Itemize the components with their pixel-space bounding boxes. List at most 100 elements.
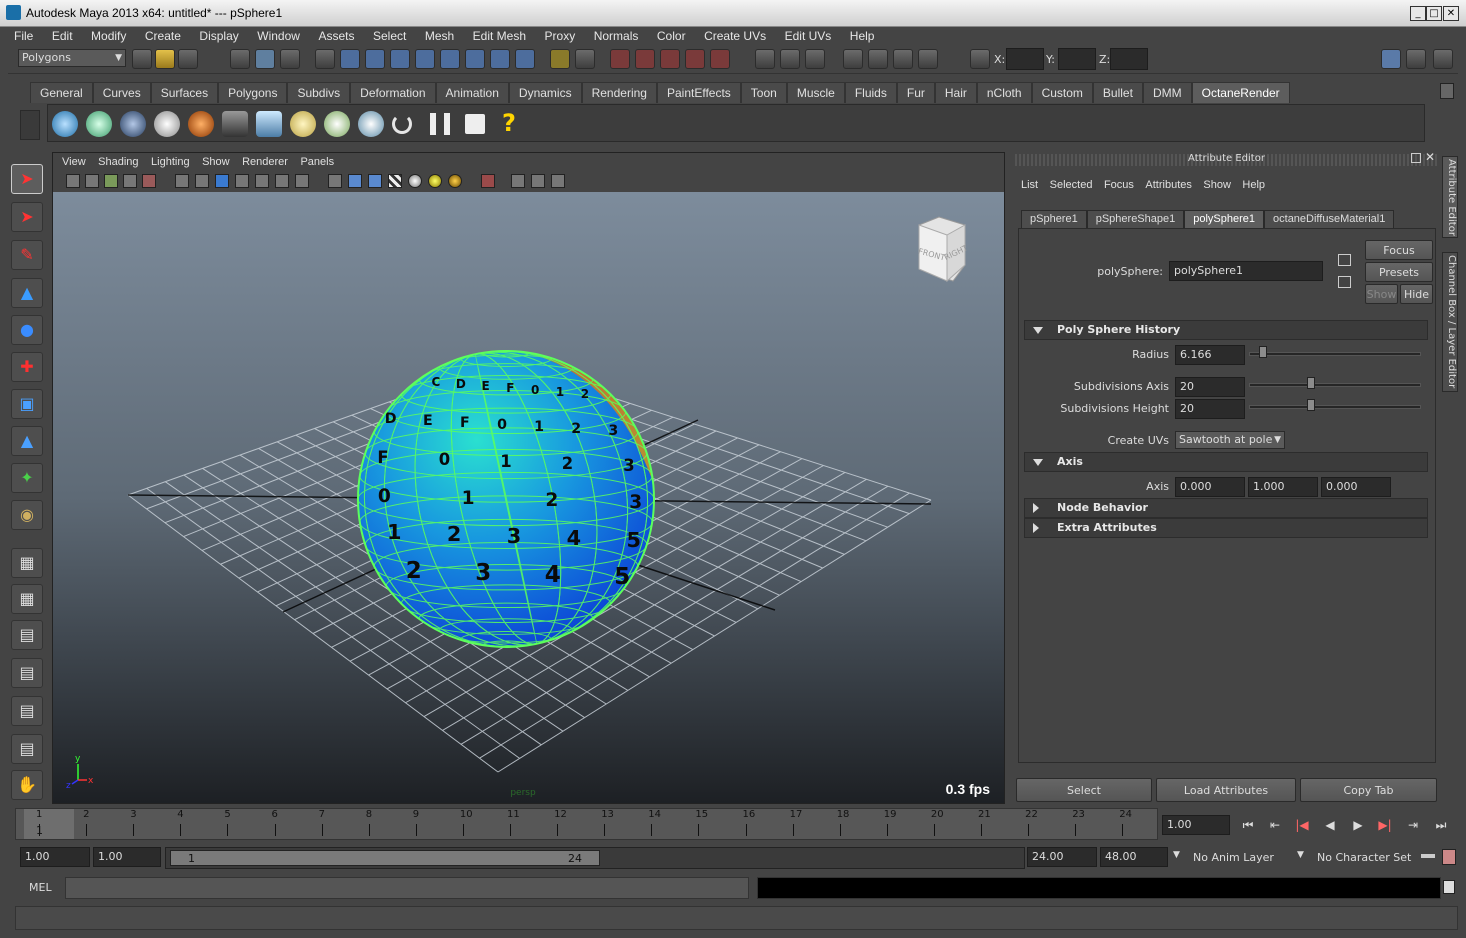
z-field[interactable] (1110, 48, 1148, 70)
soft-mod-icon[interactable]: ▲ (11, 426, 43, 456)
lock-selection-icon[interactable] (550, 49, 570, 69)
show-button[interactable]: Show (1365, 284, 1398, 304)
octane-viewer-icon[interactable] (86, 111, 112, 137)
shelf-tab-custom[interactable]: Custom (1031, 82, 1093, 103)
show-tool-settings-icon[interactable] (1406, 49, 1426, 69)
menu-edit-mesh[interactable]: Edit Mesh (473, 27, 526, 45)
shelf-tab-octanerender[interactable]: OctaneRender (1191, 82, 1290, 103)
step-forward-key-button[interactable]: ⇥ (1403, 817, 1423, 833)
select-component-icon[interactable] (280, 49, 300, 69)
playback-end-field[interactable]: 24.00 (1027, 847, 1097, 867)
shelf-tab-surfaces[interactable]: Surfaces (150, 82, 219, 103)
time-slider[interactable]: 1 12345678910111213141516171819202122232… (15, 808, 1158, 840)
x-field[interactable] (1006, 48, 1044, 70)
menu-normals[interactable]: Normals (594, 27, 639, 45)
show-channel-box-icon[interactable] (1433, 49, 1453, 69)
shelf-tab-bullet[interactable]: Bullet (1092, 82, 1143, 103)
input-ops-icon[interactable] (755, 49, 775, 69)
safe-title-icon[interactable] (295, 174, 309, 188)
animation-prefs-icon[interactable] (1442, 849, 1456, 865)
go-to-output-icon[interactable] (1338, 276, 1351, 288)
render-view-icon[interactable] (843, 49, 863, 69)
mel-input[interactable] (65, 877, 749, 899)
universal-manipulator-icon[interactable]: ▣ (11, 389, 43, 419)
shelf-tab-fluids[interactable]: Fluids (844, 82, 897, 103)
shelf-tab-dynamics[interactable]: Dynamics (508, 82, 582, 103)
select-camera-icon[interactable] (66, 174, 80, 188)
select-curves-icon[interactable] (390, 49, 410, 69)
snap-point-icon[interactable] (660, 49, 680, 69)
safe-action-icon[interactable] (275, 174, 289, 188)
pick-mask-icon[interactable] (315, 49, 335, 69)
transform-field-icon[interactable] (970, 49, 990, 69)
save-scene-icon[interactable] (178, 49, 198, 69)
textured-icon[interactable] (388, 174, 402, 188)
axis-y-field[interactable]: 1.000 (1248, 477, 1318, 497)
close-button[interactable]: ✕ (1443, 6, 1459, 21)
default-lighting-icon[interactable] (408, 174, 422, 188)
shelf-tab-toon[interactable]: Toon (740, 82, 787, 103)
make-live-icon[interactable] (710, 49, 730, 69)
side-tab-channel-box[interactable]: Channel Box / Layer Editor (1442, 252, 1458, 392)
subdivisions-axis-knob[interactable] (1306, 377, 1315, 389)
paint-select-tool-icon[interactable]: ✎ (11, 240, 43, 270)
menu-create-uvs[interactable]: Create UVs (704, 27, 766, 45)
script-editor-icon[interactable] (1443, 880, 1455, 894)
menu-modify[interactable]: Modify (91, 27, 126, 45)
vp-menu-panels[interactable]: Panels (300, 153, 334, 171)
menu-display[interactable]: Display (199, 27, 238, 45)
scale-tool-icon[interactable]: ✚ (11, 352, 43, 382)
hide-button[interactable]: Hide (1400, 284, 1433, 304)
construction-history-icon[interactable] (805, 49, 825, 69)
step-forward-frame-button[interactable]: ▶| (1375, 817, 1395, 833)
select-handles-icon[interactable] (340, 49, 360, 69)
layout-hypershade-icon[interactable]: ▤ (11, 696, 43, 726)
presets-button[interactable]: Presets (1365, 262, 1433, 282)
layout-custom-icon[interactable]: ✋ (11, 770, 43, 800)
radius-slider[interactable] (1249, 352, 1421, 356)
menu-help[interactable]: Help (850, 27, 875, 45)
vp-menu-shading[interactable]: Shading (98, 153, 138, 171)
ae-menu-attributes[interactable]: Attributes (1145, 176, 1191, 194)
load-attributes-button[interactable]: Load Attributes (1156, 778, 1296, 802)
go-to-end-button[interactable]: ⏭ (1431, 817, 1451, 833)
menu-select[interactable]: Select (373, 27, 406, 45)
go-to-input-icon[interactable] (1338, 254, 1351, 266)
tab-psphere1[interactable]: pSphere1 (1021, 210, 1087, 228)
menu-assets[interactable]: Assets (318, 27, 354, 45)
shelf-tab-dmm[interactable]: DMM (1142, 82, 1192, 103)
ae-menu-show[interactable]: Show (1203, 176, 1231, 194)
shelf-tab-deformation[interactable]: Deformation (350, 82, 436, 103)
select-hierarchy-icon[interactable] (230, 49, 250, 69)
all-lights-icon[interactable] (428, 174, 442, 188)
render-settings-icon[interactable] (918, 49, 938, 69)
output-ops-icon[interactable] (780, 49, 800, 69)
subdivisions-axis-field[interactable]: 20 (1175, 377, 1245, 397)
lasso-tool-icon[interactable]: ➤ (11, 202, 43, 232)
menu-edit[interactable]: Edit (52, 27, 73, 45)
layout-four-icon[interactable]: ▦ (11, 584, 43, 614)
mel-label[interactable]: MEL (29, 881, 52, 894)
rotate-tool-icon[interactable]: ● (11, 315, 43, 345)
refresh-icon[interactable] (392, 114, 412, 134)
smooth-shade-icon[interactable] (348, 174, 362, 188)
octane-texture-icon[interactable] (154, 111, 180, 137)
show-manipulator-icon[interactable]: ✦ (11, 463, 43, 493)
tab-psphereshape1[interactable]: pSphereShape1 (1086, 210, 1185, 228)
menu-set-dropdown[interactable]: Polygons ▼ (18, 49, 126, 67)
layout-outliner-icon[interactable]: ▤ (11, 620, 43, 650)
shelf-tab-curves[interactable]: Curves (92, 82, 151, 103)
y-field[interactable] (1058, 48, 1096, 70)
octane-camera-icon[interactable] (222, 111, 248, 137)
select-joints-icon[interactable] (365, 49, 385, 69)
vp-menu-renderer[interactable]: Renderer (242, 153, 288, 171)
tab-polysphere1[interactable]: polySphere1 (1184, 210, 1265, 228)
open-scene-icon[interactable] (155, 49, 175, 69)
shelf-tab-rendering[interactable]: Rendering (581, 82, 657, 103)
shelf-menu-icon[interactable] (20, 110, 40, 140)
current-time-marker[interactable] (24, 809, 74, 839)
ae-menu-selected[interactable]: Selected (1050, 176, 1093, 194)
shelf-tab-painteffects[interactable]: PaintEffects (656, 82, 741, 103)
copy-tab-button[interactable]: Copy Tab (1300, 778, 1437, 802)
xray-icon[interactable] (511, 174, 525, 188)
